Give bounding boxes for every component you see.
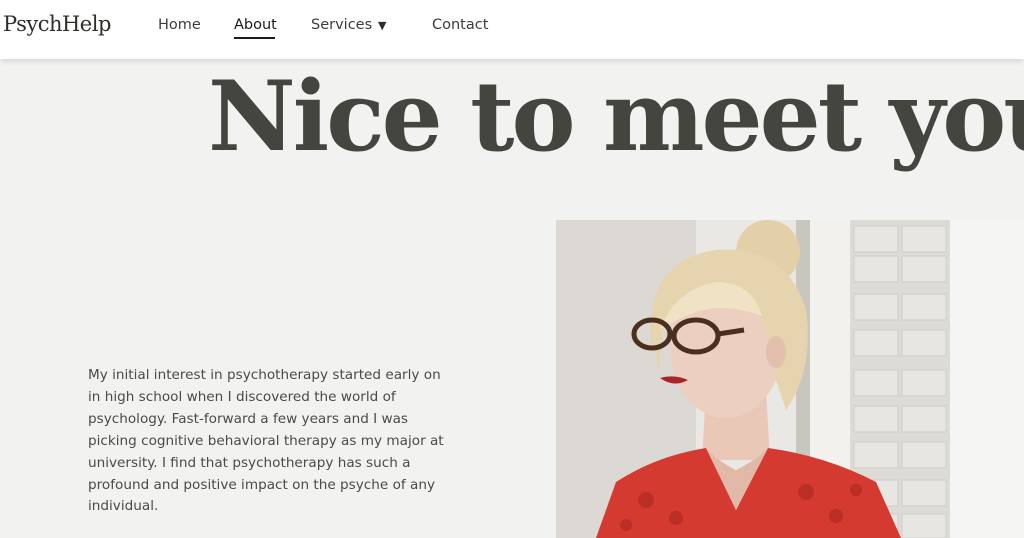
nav-about-link[interactable]: About	[234, 17, 277, 33]
nav-contact-link[interactable]: Contact	[432, 17, 488, 33]
therapist-portrait-image	[556, 220, 1024, 538]
nav-home-link[interactable]: Home	[158, 17, 201, 33]
site-logo[interactable]: PsychHelp	[3, 12, 111, 36]
chevron-down-icon[interactable]: ▼	[378, 19, 386, 32]
page-headline: Nice to meet you	[208, 60, 1024, 173]
top-navbar: PsychHelp Home About Services ▼ Contact	[0, 0, 1024, 59]
active-nav-underline	[234, 37, 275, 39]
bio-paragraph: My initial interest in psychotherapy sta…	[88, 367, 444, 515]
nav-services-link[interactable]: Services	[311, 17, 372, 33]
